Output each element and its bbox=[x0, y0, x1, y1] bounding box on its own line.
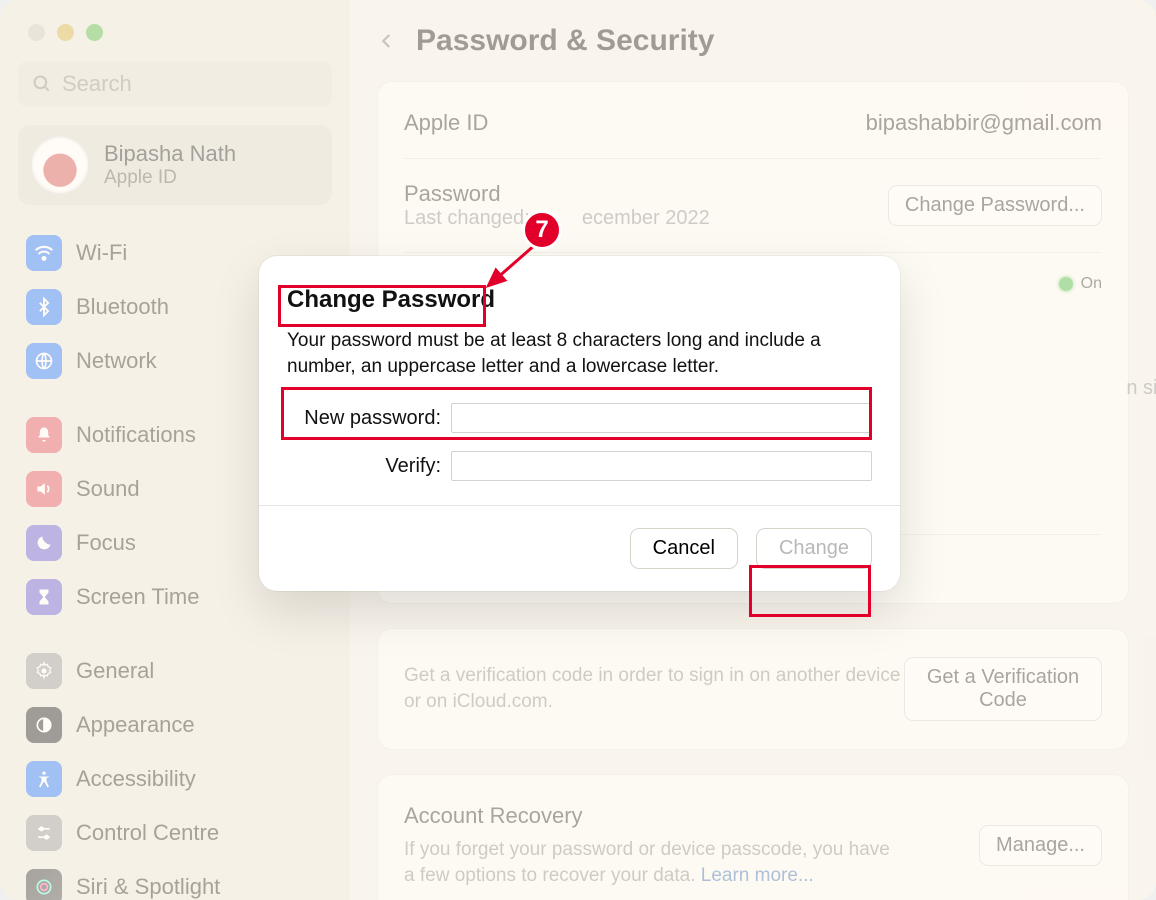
change-button[interactable]: Change bbox=[756, 528, 872, 569]
sidebar-item-label: Screen Time bbox=[76, 584, 200, 610]
appearance-icon bbox=[26, 707, 62, 743]
verify-password-input[interactable] bbox=[451, 451, 872, 481]
change-password-button[interactable]: Change Password... bbox=[888, 185, 1102, 226]
search-input[interactable]: Search bbox=[18, 61, 332, 107]
two-factor-status: On bbox=[1059, 275, 1102, 293]
sidebar-item-siri[interactable]: Siri & Spotlight bbox=[18, 861, 332, 900]
settings-window: Search Bipasha Nath Apple ID Wi-Fi Bluet… bbox=[0, 0, 1156, 900]
network-icon bbox=[26, 343, 62, 379]
learn-more-link[interactable]: Learn more... bbox=[701, 865, 814, 886]
sidebar-item-label: Network bbox=[76, 348, 157, 374]
siri-icon bbox=[26, 869, 62, 900]
bluetooth-icon bbox=[26, 289, 62, 325]
new-password-label: New password: bbox=[287, 407, 441, 430]
sidebar-item-label: Notifications bbox=[76, 422, 196, 448]
wifi-icon bbox=[26, 235, 62, 271]
sound-icon bbox=[26, 471, 62, 507]
zoom-dot[interactable] bbox=[86, 24, 103, 41]
profile-card[interactable]: Bipasha Nath Apple ID bbox=[18, 125, 332, 205]
get-verification-code-button[interactable]: Get a Verification Code bbox=[904, 657, 1102, 721]
close-dot[interactable] bbox=[28, 24, 45, 41]
window-controls bbox=[18, 0, 332, 61]
dialog-description: Your password must be at least 8 charact… bbox=[287, 328, 847, 379]
sidebar-item-label: Control Centre bbox=[76, 820, 219, 846]
profile-name: Bipasha Nath bbox=[104, 141, 236, 167]
dialog-title: Change Password bbox=[287, 286, 872, 314]
back-chevron-icon[interactable] bbox=[378, 27, 396, 55]
search-placeholder: Search bbox=[62, 71, 132, 97]
profile-sub: Apple ID bbox=[104, 167, 236, 189]
new-password-row: New password: bbox=[287, 403, 872, 433]
recovery-title: Account Recovery bbox=[404, 803, 904, 829]
annotation-badge: 7 bbox=[522, 210, 562, 250]
sidebar-item-label: Focus bbox=[76, 530, 136, 556]
sidebar-item-label: Appearance bbox=[76, 712, 195, 738]
manage-recovery-button[interactable]: Manage... bbox=[979, 825, 1102, 866]
control-centre-icon bbox=[26, 815, 62, 851]
apple-id-label: Apple ID bbox=[404, 110, 488, 136]
verification-desc: Get a verification code in order to sign… bbox=[404, 663, 904, 714]
moon-icon bbox=[26, 525, 62, 561]
sidebar-item-label: Siri & Spotlight bbox=[76, 874, 220, 900]
change-password-dialog: Change Password Your password must be at… bbox=[259, 256, 900, 591]
sidebar-item-general[interactable]: General bbox=[18, 645, 332, 697]
avatar bbox=[32, 137, 88, 193]
cancel-button[interactable]: Cancel bbox=[630, 528, 738, 569]
new-password-input[interactable] bbox=[451, 403, 872, 433]
sidebar-item-label: Wi-Fi bbox=[76, 240, 127, 266]
sidebar-item-accessibility[interactable]: Accessibility bbox=[18, 753, 332, 805]
titlebar: Password & Security bbox=[378, 18, 1128, 82]
password-label: Password bbox=[404, 181, 710, 207]
recovery-desc: If you forget your password or device pa… bbox=[404, 837, 904, 888]
account-recovery-panel: Account Recovery If you forget your pass… bbox=[378, 775, 1128, 900]
gear-icon bbox=[26, 653, 62, 689]
page-title: Password & Security bbox=[416, 24, 714, 58]
verify-password-label: Verify: bbox=[287, 455, 441, 478]
apple-id-value: bipashabbir@gmail.com bbox=[866, 110, 1102, 136]
minimize-dot[interactable] bbox=[57, 24, 74, 41]
sidebar-item-label: Sound bbox=[76, 476, 140, 502]
sidebar-item-label: Accessibility bbox=[76, 766, 196, 792]
sidebar-item-control-centre[interactable]: Control Centre bbox=[18, 807, 332, 859]
search-icon bbox=[32, 74, 52, 94]
bell-icon bbox=[26, 417, 62, 453]
sidebar-item-appearance[interactable]: Appearance bbox=[18, 699, 332, 751]
sidebar-item-label: Bluetooth bbox=[76, 294, 169, 320]
hourglass-icon bbox=[26, 579, 62, 615]
status-dot-icon bbox=[1059, 277, 1073, 291]
nav-group-3: General Appearance Accessibility Control… bbox=[18, 645, 332, 900]
sidebar-item-label: General bbox=[76, 658, 154, 684]
accessibility-icon bbox=[26, 761, 62, 797]
verify-password-row: Verify: bbox=[287, 451, 872, 481]
verification-panel: Get a verification code in order to sign… bbox=[378, 629, 1128, 749]
